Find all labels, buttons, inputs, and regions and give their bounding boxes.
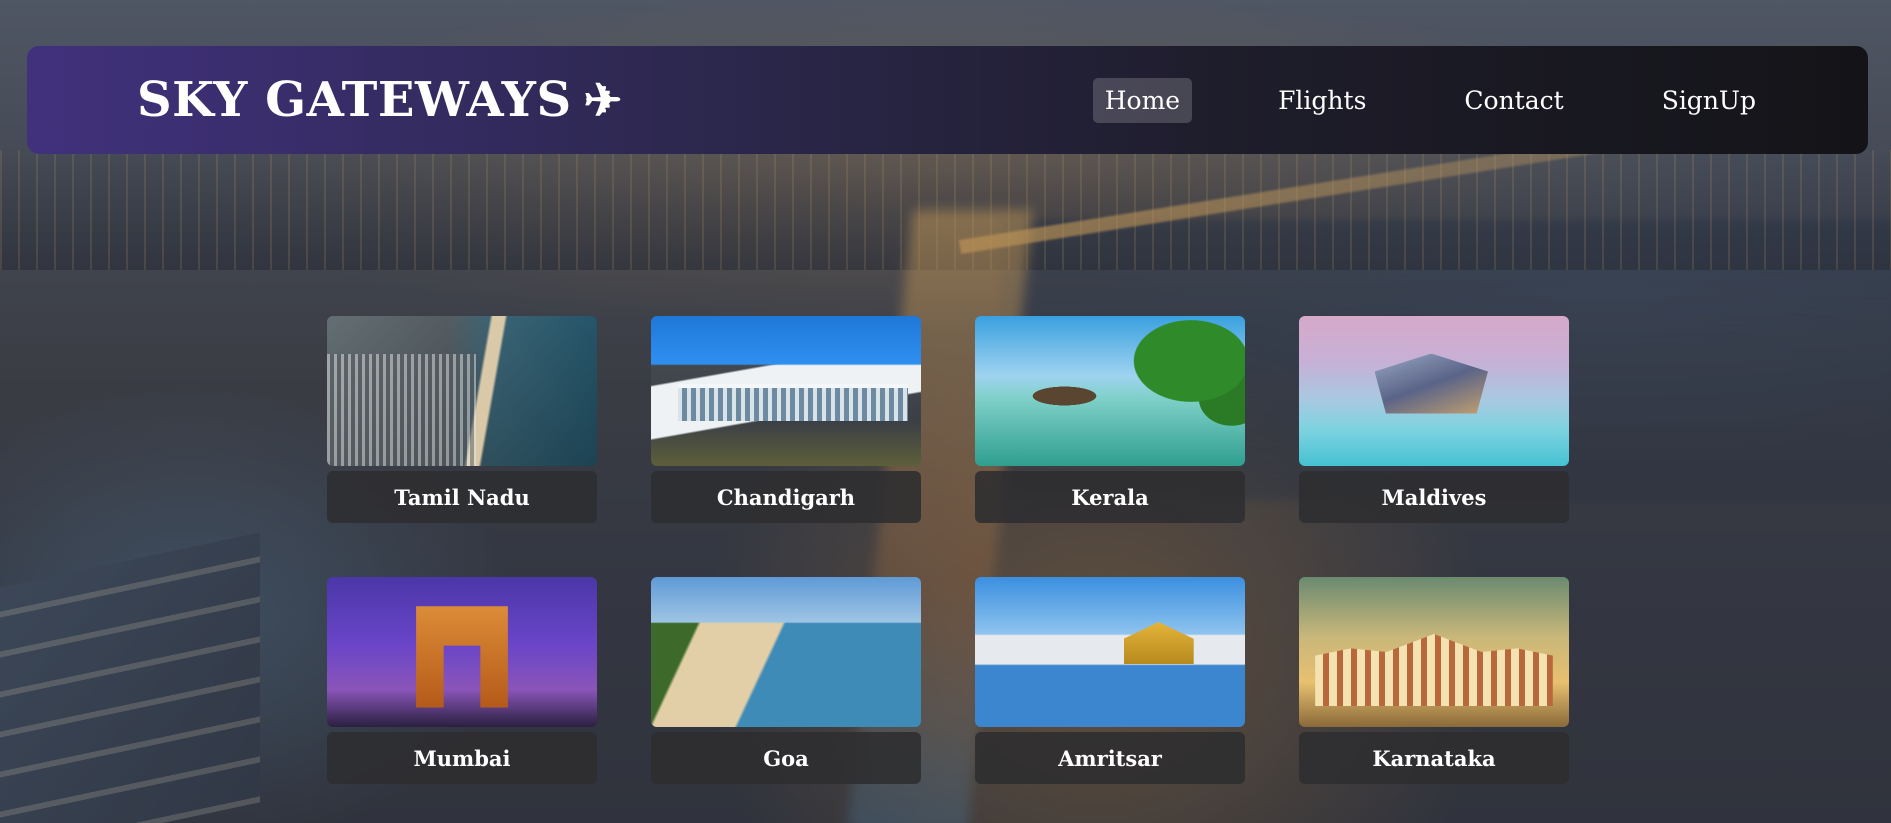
destination-label[interactable]: Kerala [975, 471, 1245, 523]
destination-image[interactable] [975, 577, 1245, 727]
destination-image[interactable] [327, 316, 597, 466]
destination-card-kerala[interactable]: Kerala [975, 316, 1245, 523]
nav-link-home[interactable]: Home [1092, 77, 1193, 123]
destination-card-amritsar[interactable]: Amritsar [975, 577, 1245, 784]
destination-image[interactable] [327, 577, 597, 727]
nav-link-contact[interactable]: Contact [1452, 78, 1575, 123]
destination-image[interactable] [975, 316, 1245, 466]
destination-label[interactable]: Mumbai [327, 732, 597, 784]
destination-card-chandigarh[interactable]: Chandigarh [651, 316, 921, 523]
nav-link-flights[interactable]: Flights [1266, 78, 1378, 123]
main-nav: Home Flights Contact SignUp [1092, 77, 1768, 123]
destination-card-goa[interactable]: Goa [651, 577, 921, 784]
destination-card-karnataka[interactable]: Karnataka [1299, 577, 1569, 784]
destination-label[interactable]: Tamil Nadu [327, 471, 597, 523]
destination-label[interactable]: Maldives [1299, 471, 1569, 523]
destination-image[interactable] [1299, 316, 1569, 466]
destination-card-maldives[interactable]: Maldives [1299, 316, 1569, 523]
destination-label[interactable]: Amritsar [975, 732, 1245, 784]
brand-title: SKY GATEWAYS [137, 72, 572, 128]
destinations-grid: Tamil Nadu Chandigarh Kerala Maldives Mu… [327, 316, 1569, 784]
destination-label[interactable]: Chandigarh [651, 471, 921, 523]
destination-card-mumbai[interactable]: Mumbai [327, 577, 597, 784]
destination-image[interactable] [651, 316, 921, 466]
destination-image[interactable] [1299, 577, 1569, 727]
airplane-icon: ✈ [583, 73, 623, 127]
brand-logo[interactable]: SKY GATEWAYS ✈ [137, 72, 623, 128]
destination-card-tamil-nadu[interactable]: Tamil Nadu [327, 316, 597, 523]
destination-label[interactable]: Goa [651, 732, 921, 784]
nav-link-signup[interactable]: SignUp [1650, 78, 1768, 123]
destination-image[interactable] [651, 577, 921, 727]
destination-label[interactable]: Karnataka [1299, 732, 1569, 784]
navbar: SKY GATEWAYS ✈ Home Flights Contact Sign… [27, 46, 1868, 154]
